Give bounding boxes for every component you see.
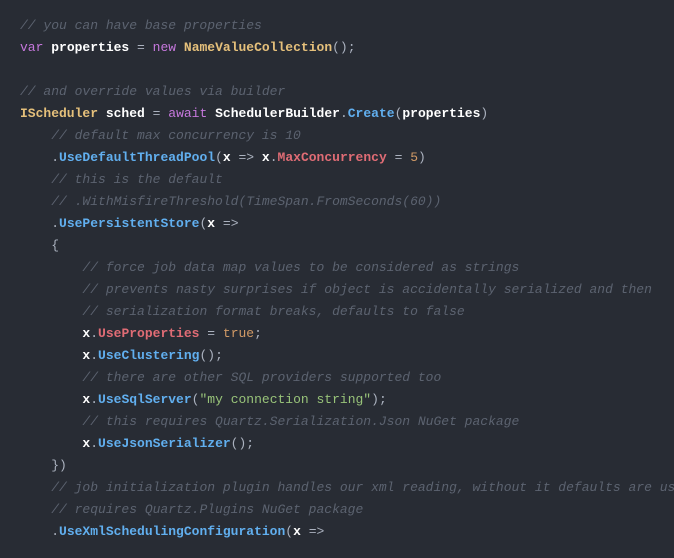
comment: // this requires Quartz.Serialization.Js… [82, 414, 519, 429]
punct-close: ) [59, 458, 67, 473]
punct-dot: . [90, 392, 98, 407]
punct-open: ( [215, 150, 223, 165]
op-eq: = [395, 150, 403, 165]
ident-properties: properties [51, 40, 129, 55]
method-usesqlserver: UseSqlServer [98, 392, 192, 407]
op-eq: = [137, 40, 145, 55]
type-ischeduler: IScheduler [20, 106, 98, 121]
op-arrow: => [309, 524, 325, 539]
method-usejsonserializer: UseJsonSerializer [98, 436, 231, 451]
prop-maxconcurrency: MaxConcurrency [278, 150, 387, 165]
ident-schedulerbuilder: SchedulerBuilder [215, 106, 340, 121]
punct-semi: ; [215, 348, 223, 363]
comment: // there are other SQL providers support… [82, 370, 441, 385]
method-usedefaultthreadpool: UseDefaultThreadPool [59, 150, 215, 165]
comment: // default max concurrency is 10 [51, 128, 301, 143]
comment: // requires Quartz.Plugins NuGet package [51, 502, 363, 517]
comment: // this is the default [51, 172, 223, 187]
punct-dot: . [90, 348, 98, 363]
comment: // prevents nasty surprises if object is… [82, 282, 652, 297]
punct-semi: ; [348, 40, 356, 55]
punct-dot: . [90, 436, 98, 451]
punct-dot: . [51, 524, 59, 539]
kw-var: var [20, 40, 43, 55]
punct-close: ) [480, 106, 488, 121]
punct-semi: ; [246, 436, 254, 451]
method-create: Create [348, 106, 395, 121]
punct-parens: () [199, 348, 215, 363]
punct-close: ) [371, 392, 379, 407]
op-arrow: => [223, 216, 239, 231]
type-namevaluecollection: NameValueCollection [184, 40, 332, 55]
comment: // force job data map values to be consi… [82, 260, 519, 275]
bool-true: true [223, 326, 254, 341]
kw-new: new [153, 40, 176, 55]
punct-dot: . [270, 150, 278, 165]
ident-x: x [207, 216, 215, 231]
punct-semi: ; [379, 392, 387, 407]
method-usepersistentstore: UsePersistentStore [59, 216, 199, 231]
comment: // .WithMisfireThreshold(TimeSpan.FromSe… [51, 194, 441, 209]
ident-x: x [262, 150, 270, 165]
ident-x: x [223, 150, 231, 165]
punct-semi: ; [254, 326, 262, 341]
punct-obrace: { [51, 238, 59, 253]
punct-open: ( [285, 524, 293, 539]
string-conn: "my connection string" [199, 392, 371, 407]
comment: // serialization format breaks, defaults… [82, 304, 464, 319]
method-usexmlschedulingconfiguration: UseXmlSchedulingConfiguration [59, 524, 285, 539]
punct-dot: . [90, 326, 98, 341]
ident-properties: properties [402, 106, 480, 121]
code-block: // you can have base properties var prop… [20, 15, 654, 543]
punct-dot: . [340, 106, 348, 121]
comment: // you can have base properties [20, 18, 262, 33]
comment: // job initialization plugin handles our… [51, 480, 674, 495]
punct-parens: () [332, 40, 348, 55]
punct-dot: . [51, 150, 59, 165]
punct-close: ) [418, 150, 426, 165]
op-arrow: => [239, 150, 255, 165]
method-useclustering: UseClustering [98, 348, 199, 363]
kw-await: await [168, 106, 207, 121]
punct-dot: . [51, 216, 59, 231]
num-5: 5 [410, 150, 418, 165]
op-eq: = [207, 326, 215, 341]
ident-sched: sched [106, 106, 145, 121]
punct-parens: () [231, 436, 247, 451]
comment: // and override values via builder [20, 84, 285, 99]
ident-x: x [293, 524, 301, 539]
prop-useproperties: UseProperties [98, 326, 199, 341]
punct-cbrace: } [51, 458, 59, 473]
op-eq: = [153, 106, 161, 121]
